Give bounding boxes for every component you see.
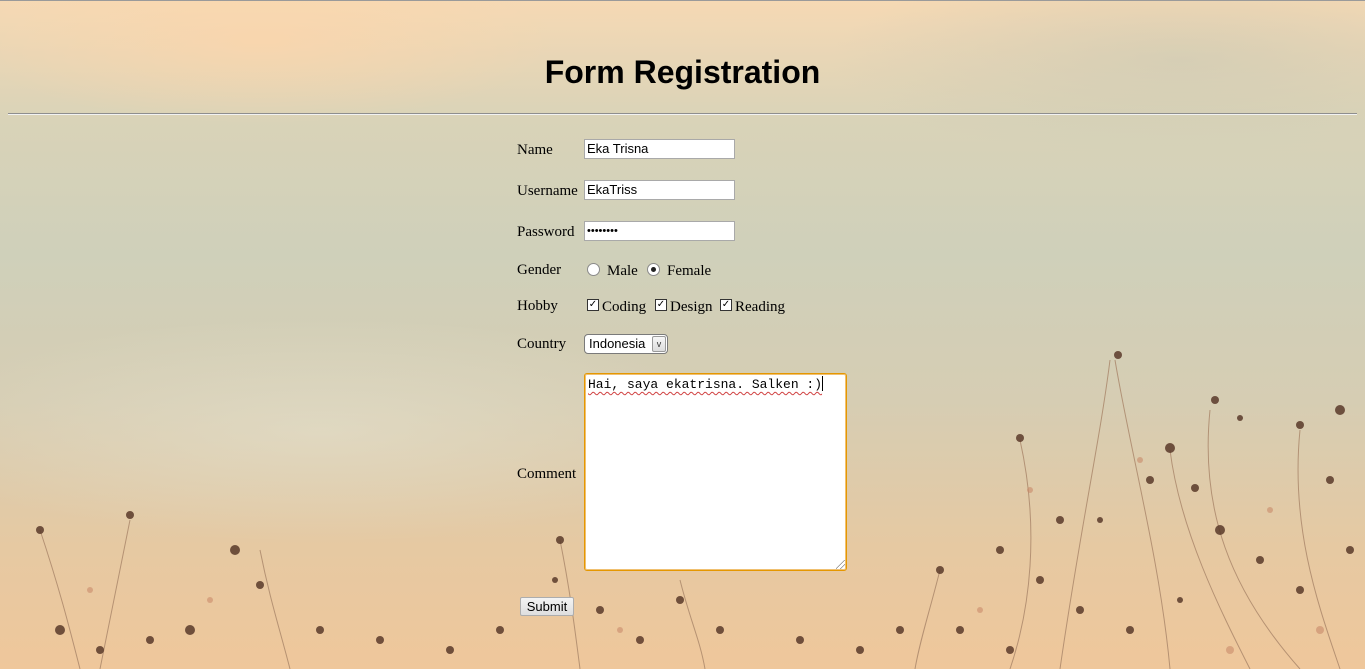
chevron-down-icon[interactable]: v <box>652 336 666 352</box>
comment-textarea[interactable]: Hai, saya ekatrisna. Salken :) <box>584 373 847 571</box>
country-selected-value: Indonesia <box>589 336 646 351</box>
gender-label: Gender <box>517 262 562 278</box>
hobby-coding-label: Coding <box>602 299 647 315</box>
gender-male-label: Male <box>607 263 638 279</box>
country-select[interactable]: Indonesia v <box>584 334 668 354</box>
password-label: Password <box>517 224 575 240</box>
comment-text: Hai, saya ekatrisna. Salken :) <box>588 377 823 392</box>
hobby-reading-label: Reading <box>735 299 785 315</box>
resize-handle-icon[interactable] <box>836 560 845 569</box>
comment-label: Comment <box>517 466 577 482</box>
hobby-label: Hobby <box>517 298 558 314</box>
username-label: Username <box>517 183 578 199</box>
top-border <box>0 0 1365 1</box>
gender-female-label: Female <box>667 263 712 279</box>
submit-button[interactable]: Submit <box>520 597 574 616</box>
name-label: Name <box>517 142 553 158</box>
gender-female-radio[interactable] <box>647 263 660 276</box>
text-caret <box>822 376 824 391</box>
country-label: Country <box>517 336 567 352</box>
name-input[interactable]: Eka Trisna <box>584 139 735 159</box>
page-title: Form Registration <box>544 54 821 90</box>
horizontal-rule <box>8 113 1357 115</box>
hobby-reading-checkbox[interactable]: ✓ <box>720 299 732 311</box>
page: { "page": { "title": "Form Registration"… <box>0 0 1365 669</box>
hobby-design-checkbox[interactable]: ✓ <box>655 299 667 311</box>
hobby-design-label: Design <box>670 299 713 315</box>
hobby-coding-checkbox[interactable]: ✓ <box>587 299 599 311</box>
gender-male-radio[interactable] <box>587 263 600 276</box>
password-input[interactable]: •••••••• <box>584 221 735 241</box>
username-input[interactable]: EkaTriss <box>584 180 735 200</box>
